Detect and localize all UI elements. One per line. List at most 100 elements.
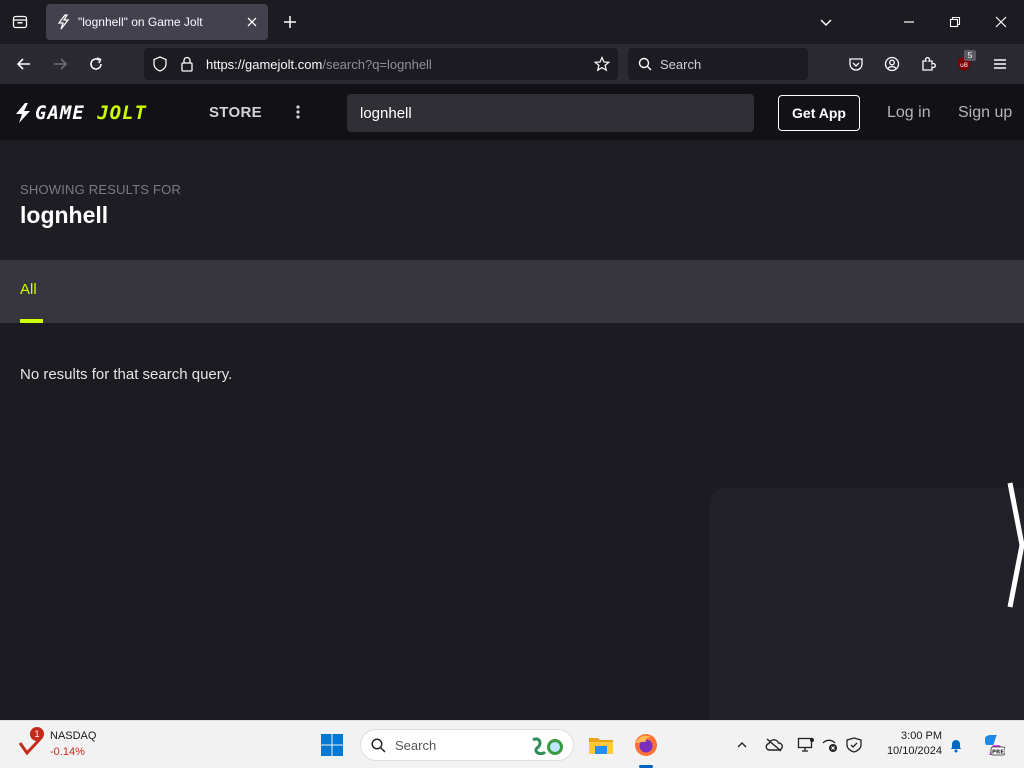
copilot-button[interactable]: PRE — [980, 732, 1006, 758]
firefox-icon — [635, 734, 657, 756]
gamejolt-favicon-icon — [57, 14, 70, 30]
address-bar[interactable]: https://gamejolt.com/search?q=lognhell — [144, 48, 618, 80]
reload-icon — [90, 57, 102, 70]
list-all-tabs-button[interactable] — [814, 10, 838, 34]
back-button[interactable] — [12, 52, 36, 76]
cloud-offline-icon — [765, 738, 783, 752]
minimize-icon — [904, 21, 914, 23]
reload-button[interactable] — [84, 52, 108, 76]
arrow-right-icon — [54, 58, 68, 70]
arrow-left-icon — [16, 58, 30, 70]
login-link[interactable]: Log in — [887, 104, 931, 122]
ublock-extension-button[interactable]: uB 5 — [952, 50, 976, 76]
browser-tab-active[interactable]: "lognhell" on Game Jolt — [46, 4, 268, 40]
pocket-button[interactable] — [844, 52, 868, 76]
logo-jolt: JOLT — [97, 102, 147, 124]
url-path: /search?q=lognhell — [322, 57, 432, 72]
showing-results-label: SHOWING RESULTS FOR — [20, 182, 182, 197]
stock-change: -0.14% — [50, 746, 85, 758]
defender-shield-icon — [846, 737, 862, 753]
search-icon — [371, 738, 386, 753]
site-search-box — [347, 94, 754, 132]
windows-start-icon[interactable] — [320, 733, 344, 757]
browser-search-placeholder: Search — [660, 57, 702, 72]
lock-icon — [181, 56, 193, 72]
restore-icon — [949, 16, 961, 28]
tab-all[interactable]: All — [20, 281, 37, 298]
network-disconnected-icon — [822, 739, 837, 752]
browser-nav-bar: https://gamejolt.com/search?q=lognhell S… — [0, 44, 1024, 84]
firefox-view-button[interactable] — [8, 10, 32, 34]
close-icon — [247, 17, 257, 27]
app-menu-button[interactable] — [988, 52, 1012, 76]
site-header: GAME JOLT STORE Get App Log in Sign up — [0, 84, 1024, 140]
bell-icon — [951, 740, 961, 753]
search-query-title: lognhell — [20, 202, 109, 228]
browser-search-bar[interactable]: Search — [628, 48, 808, 80]
search-icon — [638, 57, 652, 71]
forward-button[interactable] — [48, 52, 72, 76]
more-options-button[interactable] — [290, 102, 306, 122]
taskbar-search-label: Search — [395, 738, 437, 753]
url-host: https://gamejolt.com — [206, 57, 323, 72]
taskbar-clock[interactable]: 3:00 PM 10/10/2024 — [874, 729, 942, 759]
firefox-view-icon — [12, 15, 28, 29]
taskbar-search[interactable]: Search — [360, 729, 574, 761]
svg-text:PRE: PRE — [992, 750, 1004, 756]
side-arrow-icon[interactable] — [1006, 481, 1024, 609]
network-tray-button[interactable] — [820, 735, 840, 755]
hamburger-menu-icon — [994, 59, 1006, 69]
folder-icon — [589, 738, 613, 754]
minimize-button[interactable] — [886, 0, 932, 44]
clock-time: 3:00 PM — [901, 730, 942, 742]
account-icon — [884, 56, 900, 72]
signup-link[interactable]: Sign up — [958, 104, 1012, 122]
onedrive-tray-button[interactable] — [764, 735, 784, 755]
results-header: SHOWING RESULTS FOR lognhell — [0, 140, 1024, 260]
gamejolt-logo[interactable]: GAME JOLT — [14, 102, 147, 124]
clock-date: 10/10/2024 — [886, 745, 942, 757]
display-tray-button[interactable] — [796, 735, 816, 755]
shield-icon — [153, 56, 167, 72]
logo-game: GAME — [35, 102, 85, 124]
plus-icon — [284, 16, 296, 28]
close-window-button[interactable] — [978, 0, 1024, 44]
stock-widget[interactable]: 1 NASDAQ -0.14% — [18, 727, 118, 763]
get-app-button[interactable]: Get App — [778, 95, 860, 131]
restore-button[interactable] — [932, 0, 978, 44]
extension-badge: 5 — [964, 50, 976, 61]
bookmark-star-icon[interactable] — [594, 56, 610, 72]
stock-name: NASDAQ — [50, 730, 97, 742]
monitor-icon — [797, 737, 814, 752]
floating-panel — [710, 488, 1024, 720]
no-results-message: No results for that search query. — [20, 366, 233, 383]
file-explorer-button[interactable] — [585, 729, 617, 761]
tab-close-button[interactable] — [244, 14, 260, 30]
windows-taskbar: 1 NASDAQ -0.14% Search 3:00 PM 10/10/202… — [0, 720, 1024, 768]
copilot-icon: PRE — [985, 735, 1005, 756]
puzzle-icon — [922, 57, 936, 71]
stock-notification-badge: 1 — [30, 727, 44, 741]
results-tabs: All — [0, 260, 1024, 323]
store-link[interactable]: STORE — [209, 104, 262, 121]
pocket-icon — [849, 58, 863, 71]
svg-text:uB: uB — [960, 62, 968, 69]
lightning-bolt-icon — [16, 103, 30, 123]
account-button[interactable] — [880, 52, 904, 76]
browser-tab-bar: "lognhell" on Game Jolt — [0, 0, 1024, 44]
site-search-input[interactable] — [347, 94, 754, 132]
security-tray-button[interactable] — [844, 735, 864, 755]
notifications-button[interactable] — [946, 735, 966, 755]
show-hidden-icons-button[interactable] — [732, 735, 752, 755]
results-main: No results for that search query. — [0, 323, 1024, 720]
tab-title: "lognhell" on Game Jolt — [78, 15, 203, 29]
vertical-ellipsis-icon — [296, 105, 300, 119]
chevron-up-icon — [737, 742, 747, 748]
new-tab-button[interactable] — [278, 10, 302, 34]
close-icon — [995, 16, 1007, 28]
firefox-taskbar-button[interactable] — [630, 729, 662, 761]
search-highlight-icon — [532, 737, 563, 756]
chevron-down-icon — [820, 19, 832, 27]
extensions-button[interactable] — [916, 52, 940, 76]
url-text: https://gamejolt.com/search?q=lognhell — [206, 57, 432, 72]
